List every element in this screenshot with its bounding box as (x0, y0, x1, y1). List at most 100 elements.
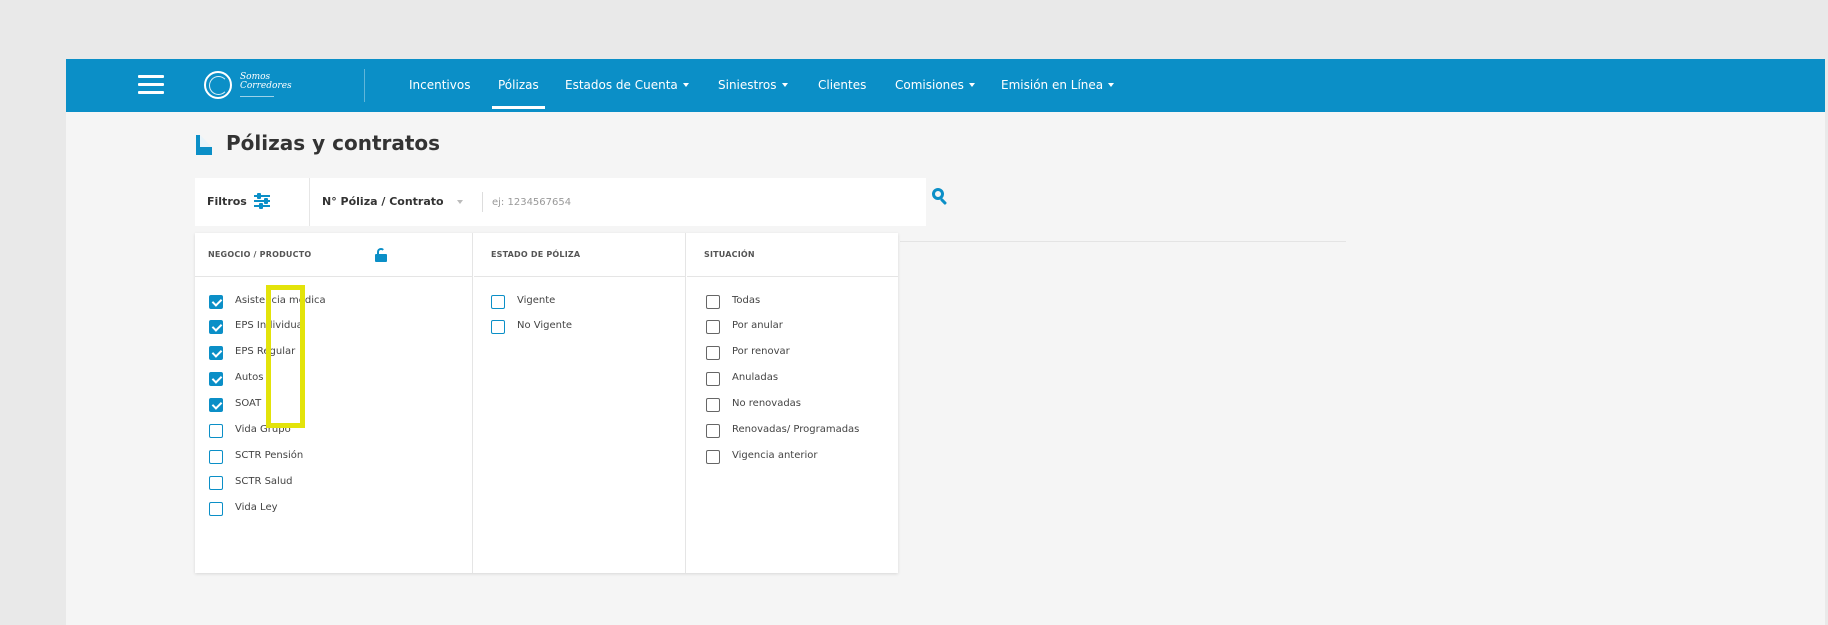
checkbox-unchecked[interactable] (706, 320, 720, 334)
filters-label: Filtros (207, 195, 247, 208)
filter-panel: NEGOCIO / PRODUCTO Asistencia médica EPS… (195, 233, 898, 573)
checkbox-por-renovar[interactable]: Por renovar (687, 343, 898, 363)
filter-column-header: ESTADO DE PÓLIZA (474, 233, 685, 277)
unlock-icon[interactable] (375, 248, 387, 262)
search-divider (482, 192, 483, 212)
nav-emision-en-linea-label: Emisión en Línea (1001, 78, 1104, 92)
search-bar: N° Póliza / Contrato (310, 178, 926, 226)
nav-polizas-label: Pólizas (498, 78, 539, 92)
nav-siniestros-label: Siniestros (718, 78, 777, 92)
sliders-icon (254, 193, 270, 209)
nav-clientes[interactable]: Clientes (818, 59, 866, 112)
checkbox-checked[interactable] (209, 320, 223, 334)
filters-toggle-button[interactable]: Filtros (195, 178, 310, 226)
filter-column-title: ESTADO DE PÓLIZA (491, 250, 581, 259)
checkbox-unchecked[interactable] (706, 295, 720, 309)
checkbox-unchecked[interactable] (209, 502, 223, 516)
logo-text: Somos Corredores (240, 73, 292, 91)
checkbox-checked[interactable] (209, 346, 223, 360)
search-icon[interactable] (927, 181, 955, 211)
checkbox-label: Vida Grupo (235, 424, 291, 435)
checkbox-label: No Vigente (517, 320, 573, 331)
logo-ring-icon (204, 71, 232, 99)
checkbox-eps-regular[interactable]: EPS Regular (195, 343, 472, 363)
checkbox-label: Por renovar (732, 346, 790, 357)
chevron-down-icon (682, 83, 689, 87)
hamburger-menu-icon[interactable] (138, 75, 164, 95)
checkbox-unchecked[interactable] (706, 372, 720, 386)
checkbox-label: Renovadas/ Programadas (732, 424, 860, 435)
checkbox-todas[interactable]: Todas (687, 292, 898, 312)
checkbox-no-renovadas[interactable]: No renovadas (687, 395, 898, 415)
checkbox-label: Asistencia médica (235, 295, 326, 306)
checkbox-label: Anuladas (732, 372, 779, 383)
checkbox-unchecked[interactable] (706, 450, 720, 464)
filter-column-negocio: NEGOCIO / PRODUCTO Asistencia médica EPS… (195, 233, 473, 573)
checkbox-label: EPS Regular (235, 346, 296, 357)
checkbox-unchecked[interactable] (491, 295, 505, 309)
checkbox-label: EPS Individual (235, 320, 306, 331)
checkbox-vigencia-anterior[interactable]: Vigencia anterior (687, 447, 898, 467)
chevron-down-icon (1108, 83, 1115, 87)
nav-comisiones-label: Comisiones (895, 78, 964, 92)
checkbox-unchecked[interactable] (209, 424, 223, 438)
checkbox-checked[interactable] (209, 295, 223, 309)
checkbox-no-vigente[interactable]: No Vigente (474, 317, 685, 337)
checkbox-vida-grupo[interactable]: Vida Grupo (195, 421, 472, 441)
checkbox-anuladas[interactable]: Anuladas (687, 369, 898, 389)
checkbox-label: Todas (732, 295, 761, 306)
checkbox-unchecked[interactable] (209, 450, 223, 464)
logo-text-line2: Corredores (240, 81, 292, 91)
top-navigation-bar: Somos Corredores Incentivos Pólizas Esta… (66, 59, 1825, 112)
checkbox-autos[interactable]: Autos (195, 369, 472, 389)
nav-polizas[interactable]: Pólizas (492, 59, 545, 112)
filter-column-header: NEGOCIO / PRODUCTO (195, 233, 472, 277)
nav-incentivos-label: Incentivos (409, 78, 471, 92)
nav-estados-de-cuenta[interactable]: Estados de Cuenta (565, 59, 689, 112)
checkbox-por-anular[interactable]: Por anular (687, 317, 898, 337)
checkbox-renovadas-programadas[interactable]: Renovadas/ Programadas (687, 421, 898, 441)
search-input[interactable] (492, 188, 912, 216)
checkbox-label: SCTR Pensión (235, 450, 304, 461)
checkbox-eps-individual[interactable]: EPS Individual (195, 317, 472, 337)
chevron-down-icon[interactable] (457, 200, 463, 204)
checkbox-asistencia-medica[interactable]: Asistencia médica (195, 292, 472, 312)
nav-estados-de-cuenta-label: Estados de Cuenta (565, 78, 678, 92)
checkbox-label: No renovadas (732, 398, 802, 409)
search-type-dropdown[interactable]: N° Póliza / Contrato (322, 195, 444, 208)
topbar-divider (364, 69, 365, 102)
checkbox-unchecked[interactable] (706, 424, 720, 438)
brand-logo[interactable]: Somos Corredores (204, 71, 324, 101)
checkbox-label: SCTR Salud (235, 476, 293, 487)
checkbox-unchecked[interactable] (706, 398, 720, 412)
nav-siniestros[interactable]: Siniestros (718, 59, 788, 112)
checkbox-checked[interactable] (209, 398, 223, 412)
checkbox-sctr-pension[interactable]: SCTR Pensión (195, 447, 472, 467)
checkbox-label: Vida Ley (235, 502, 278, 513)
chevron-down-icon (781, 83, 788, 87)
checkbox-label: Autos (235, 372, 264, 383)
checkbox-unchecked[interactable] (706, 346, 720, 360)
checkbox-label: Vigente (517, 295, 556, 306)
checkbox-unchecked[interactable] (209, 476, 223, 490)
filter-column-title: NEGOCIO / PRODUCTO (208, 250, 312, 259)
logo-underline (240, 96, 274, 97)
filter-column-title: SITUACIÓN (704, 250, 755, 259)
checkbox-vigente[interactable]: Vigente (474, 292, 685, 312)
content-divider (900, 241, 1346, 242)
checkbox-soat[interactable]: SOAT (195, 395, 472, 415)
checkbox-label: SOAT (235, 398, 262, 409)
nav-clientes-label: Clientes (818, 78, 867, 92)
nav-incentivos[interactable]: Incentivos (409, 59, 470, 112)
page-title: Pólizas y contratos (226, 131, 441, 155)
checkbox-vida-ley[interactable]: Vida Ley (195, 499, 472, 519)
checkbox-checked[interactable] (209, 372, 223, 386)
filter-column-situacion: SITUACIÓN Todas Por anular Por renovar A… (687, 233, 898, 573)
checkbox-label: Vigencia anterior (732, 450, 818, 461)
nav-comisiones[interactable]: Comisiones (895, 59, 975, 112)
checkbox-sctr-salud[interactable]: SCTR Salud (195, 473, 472, 493)
checkbox-unchecked[interactable] (491, 320, 505, 334)
nav-emision-en-linea[interactable]: Emisión en Línea (1001, 59, 1115, 112)
filter-column-estado: ESTADO DE PÓLIZA Vigente No Vigente (474, 233, 686, 573)
document-icon (196, 135, 212, 155)
